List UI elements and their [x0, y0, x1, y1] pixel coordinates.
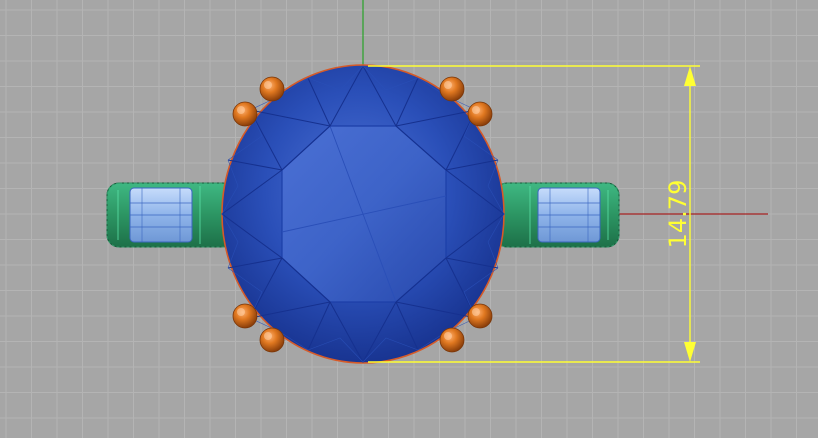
prong-top-right-outer[interactable]: [467, 101, 493, 127]
dimension-value[interactable]: 14.79: [664, 180, 692, 249]
prong-top-right-inner[interactable]: [439, 76, 465, 102]
prong-top-left-inner[interactable]: [259, 76, 285, 102]
3d-viewport[interactable]: 14.79: [0, 0, 818, 438]
ring-band-left[interactable]: [106, 182, 236, 248]
prong-bottom-right-outer[interactable]: [467, 303, 493, 329]
prong-top-left-outer[interactable]: [232, 101, 258, 127]
ring-band-right[interactable]: [494, 182, 620, 248]
prong-bottom-left-inner[interactable]: [259, 327, 285, 353]
prong-bottom-left-outer[interactable]: [232, 303, 258, 329]
prong-bottom-right-inner[interactable]: [439, 327, 465, 353]
center-gemstone[interactable]: [221, 64, 505, 364]
viewport-canvas[interactable]: 14.79: [0, 0, 818, 438]
